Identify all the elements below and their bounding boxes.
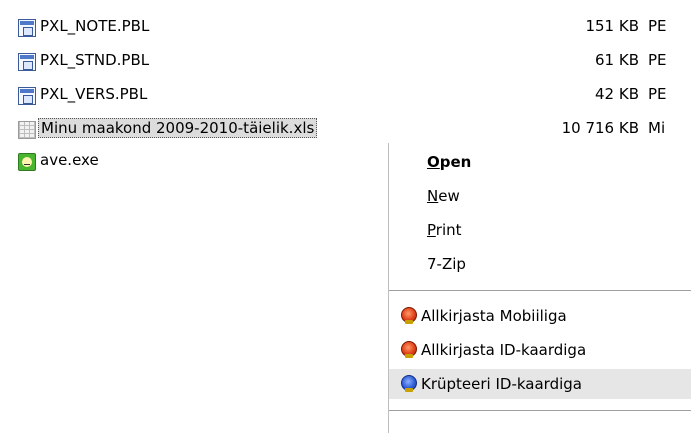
cut-off-row: [18, 0, 618, 4]
id-card-sign-icon: [401, 341, 417, 358]
file-name: PXL_VERS.PBL: [40, 85, 148, 103]
exe-file-icon: [18, 153, 36, 171]
menu-item-label: Krüpteeri ID-kaardiga: [421, 375, 582, 393]
id-card-sign-icon: [401, 307, 417, 324]
menu-item-new[interactable]: New: [427, 183, 460, 209]
encrypt-icon: [401, 375, 417, 392]
file-name: PXL_STND.PBL: [40, 51, 150, 69]
menu-separator: [389, 410, 691, 412]
file-type: PE: [648, 51, 667, 69]
pbl-file-icon: [18, 87, 36, 105]
menu-item-print[interactable]: Print: [427, 217, 462, 243]
file-name: ave.exe: [40, 151, 99, 169]
menu-item-label: Allkirjasta ID-kaardiga: [421, 341, 587, 359]
file-row-selected[interactable]: Minu maakond 2009-2010-täielik.xls 10 71…: [0, 116, 691, 144]
menu-item-7zip[interactable]: 7-Zip: [427, 251, 466, 277]
file-size: 61 KB: [595, 51, 639, 69]
menu-item-sign-idcard[interactable]: Allkirjasta ID-kaardiga: [389, 335, 691, 365]
file-size: 10 716 KB: [561, 119, 639, 137]
file-row[interactable]: PXL_STND.PBL 61 KB PE: [0, 48, 691, 76]
file-row[interactable]: ave.exe: [0, 148, 385, 176]
file-type: PE: [648, 17, 667, 35]
file-name: Minu maakond 2009-2010-täielik.xls: [38, 118, 318, 138]
menu-item-sign-mobile[interactable]: Allkirjasta Mobiiliga: [389, 301, 691, 331]
excel-file-icon: [18, 121, 36, 139]
menu-item-open[interactable]: Open: [427, 149, 471, 175]
pbl-file-icon: [18, 53, 36, 71]
context-menu: Open New Print 7-Zip Allkirjasta Mobiili…: [388, 143, 691, 433]
file-size: 42 KB: [595, 85, 639, 103]
file-row[interactable]: PXL_NOTE.PBL 151 KB PE: [0, 14, 691, 42]
menu-item-encrypt-idcard[interactable]: Krüpteeri ID-kaardiga: [389, 369, 691, 399]
menu-separator: [389, 290, 691, 292]
menu-item-label: Allkirjasta Mobiiliga: [421, 307, 567, 325]
file-type: PE: [648, 85, 667, 103]
file-row[interactable]: PXL_VERS.PBL 42 KB PE: [0, 82, 691, 110]
file-type: Mi: [648, 119, 666, 137]
file-size: 151 KB: [585, 17, 639, 35]
file-name: PXL_NOTE.PBL: [40, 17, 150, 35]
pbl-file-icon: [18, 19, 36, 37]
